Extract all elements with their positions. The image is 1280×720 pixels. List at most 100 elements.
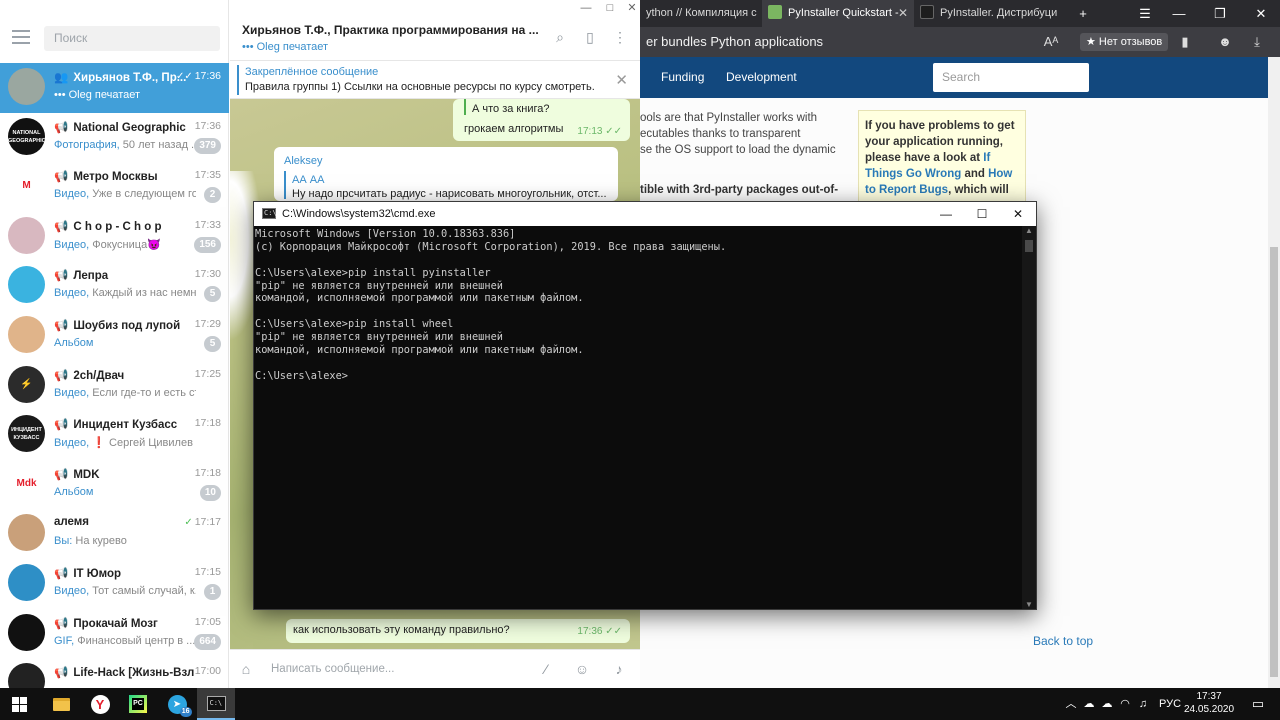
cmd-taskbar-button[interactable]: C:\ (197, 688, 235, 720)
cmd-console-output[interactable]: Microsoft Windows [Version 10.0.18363.83… (255, 228, 1021, 608)
unread-badge: 5 (204, 286, 221, 303)
tab-label: PyInstaller Quickstart - (788, 7, 899, 19)
bookmark-icon[interactable]: ▮ (1174, 27, 1196, 57)
scroll-up-icon[interactable]: ▲ (1022, 226, 1036, 235)
chat-list-item[interactable]: M 📢 Метро Москвы 17:35 Видео, Уже в следующе… (0, 162, 229, 212)
close-icon[interactable]: ✕ (1244, 0, 1278, 27)
browser-tab-pyinstaller-distrib[interactable]: PyInstaller. Дистрибуци (914, 0, 1066, 27)
preview-kind: Видео, (54, 188, 90, 201)
volume-icon[interactable]: ♫ (1134, 688, 1152, 720)
nav-development[interactable]: Development (726, 57, 797, 98)
wifi-icon[interactable]: ◠ (1116, 688, 1134, 720)
message-author[interactable]: Aleksey (284, 155, 323, 167)
chat-avatar (8, 216, 45, 254)
explorer-taskbar-button[interactable] (42, 688, 80, 720)
hamburger-menu-icon[interactable] (12, 30, 30, 44)
minimize-icon[interactable]: — (928, 202, 964, 226)
chat-search-input[interactable]: Поиск (44, 26, 220, 51)
protect-icon[interactable]: ☻ (1214, 27, 1236, 57)
console-line: "pip" не является внутренней или внешней (255, 331, 503, 344)
attach-icon[interactable]: ⌂ (236, 659, 256, 679)
close-icon[interactable]: ✕ (622, 0, 642, 17)
chat-list-item[interactable]: 📢 C h o p - C h o p 17:33 Видео, Фокусница😈… (0, 212, 229, 262)
chat-time: 17:05 (195, 616, 221, 628)
message-input[interactable]: Написать сообщение... (271, 650, 394, 689)
telegram-taskbar-button[interactable]: ➤ 16 (158, 688, 196, 720)
yandex-icon: Y (90, 694, 110, 714)
chat-title[interactable]: Хирьянов Т.Ф., Практика программирования… (242, 23, 539, 37)
search-icon[interactable]: ⌕ (550, 27, 570, 47)
telegram-titlebar: — □ ✕ (230, 0, 640, 17)
minimize-icon[interactable]: — (1162, 0, 1196, 27)
more-options-icon[interactable]: ⋮ (610, 27, 630, 47)
read-check-icon: ✓✓ (605, 126, 622, 137)
outgoing-message[interactable]: как использовать эту команду правильно? … (286, 619, 630, 643)
chat-avatar: Mdk (8, 464, 45, 502)
pycharm-taskbar-button[interactable]: PC (119, 688, 157, 720)
read-check-icon: ✓ (184, 517, 193, 529)
download-icon[interactable]: ⤓ (1246, 27, 1268, 57)
translate-icon[interactable]: Aᴬ (1040, 27, 1062, 57)
reviews-button[interactable]: ★ Нет отзывов (1080, 33, 1169, 51)
chat-list-item[interactable]: 📢 Шоубиз под лупой 17:29 Альбом 5 (0, 311, 229, 361)
chat-list-item[interactable]: 👥 Хирьянов Т.Ф., Пр... ✓✓ 17:36 ••• Oleg печ… (0, 63, 229, 113)
chat-list-item[interactable]: Mdk 📢 MDK 17:18 Альбом 10 (0, 460, 229, 510)
yandex-browser-taskbar-button[interactable]: Y (81, 688, 119, 720)
incoming-message[interactable]: Aleksey АА АА Ну надо прсчитать радиус -… (274, 147, 618, 201)
close-tab-icon[interactable]: ✕ (898, 0, 908, 27)
scroll-down-icon[interactable]: ▼ (1022, 600, 1036, 609)
scrollbar-thumb[interactable] (1025, 240, 1033, 252)
console-line: (c) Корпорация Майкрософт (Microsoft Cor… (255, 240, 727, 253)
chat-avatar: ИНЦИДЕНТ КУЗБАСС (8, 415, 45, 453)
chat-list-item[interactable]: ИНЦИДЕНТ КУЗБАСС 📢 Инцидент Кузбасс 17:18 Ви… (0, 410, 229, 460)
site-search-input[interactable]: Search (933, 63, 1089, 92)
sidebar-toggle-icon[interactable]: ▯ (580, 27, 600, 47)
maximize-icon[interactable]: □ (600, 0, 620, 17)
cmd-window[interactable]: C:\ C:\Windows\system32\cmd.exe — ☐ ✕ Mi… (253, 201, 1037, 610)
chat-time: 17:30 (195, 268, 221, 280)
console-line: "pip" не является внутренней или внешней (255, 279, 503, 292)
scrollbar-thumb[interactable] (1270, 247, 1278, 677)
new-tab-button[interactable]: + (1066, 0, 1100, 27)
microphone-icon[interactable]: ♪ (609, 659, 629, 679)
taskbar-clock[interactable]: 17:37 24.05.2020 (1184, 690, 1234, 716)
outgoing-message-reply[interactable]: А что за книга? грокаем алгоритмы 17:13 … (453, 99, 630, 141)
cmd-titlebar[interactable]: C:\ C:\Windows\system32\cmd.exe — ☐ ✕ (254, 202, 1036, 226)
show-hidden-icons-icon[interactable]: ︿ (1062, 688, 1080, 720)
windows-taskbar: Y PC ➤ 16 C:\ ︿ ☁ ☁ ◠ ♫ РУС 17:37 24.05.2… (0, 688, 1280, 720)
chat-list-item[interactable]: алемя ✓ 17:17 Вы: На курево (0, 509, 229, 559)
close-icon[interactable]: ✕ (1000, 202, 1036, 226)
back-to-top-link[interactable]: Back to top (1033, 634, 1093, 648)
browser-scrollbar[interactable] (1268, 57, 1280, 688)
action-center-icon[interactable]: ▭ (1248, 694, 1268, 714)
chat-list-item[interactable]: NATIONAL GEOGRAPHIC 📢 National Geographic 1… (0, 113, 229, 163)
chat-time: 17:00 (195, 665, 221, 677)
close-pinned-icon[interactable]: ✕ (615, 71, 628, 89)
chat-avatar: NATIONAL GEOGRAPHIC (8, 117, 45, 155)
console-line: командой, исполняемой программой или пак… (255, 292, 584, 305)
chat-avatar: ⚡ (8, 365, 45, 403)
pinned-message[interactable]: Закреплённое сообщение Правила группы 1)… (230, 61, 640, 99)
browser-tab-pyinstaller-quickstart[interactable]: PyInstaller Quickstart - ✕ (762, 0, 914, 27)
cmd-scrollbar[interactable]: ▲ ▼ (1022, 226, 1036, 609)
commands-icon[interactable]: ⁄ (536, 659, 556, 679)
nav-funding[interactable]: Funding (661, 57, 704, 98)
browser-tab-compile[interactable]: ython // Компиляция с (640, 0, 762, 27)
emoji-icon[interactable]: ☺ (572, 659, 592, 679)
preview-kind: Фотография, (54, 138, 120, 151)
chat-list-item[interactable]: 📢 Лепра 17:30 Видео, Каждый из нас немн... 5 (0, 261, 229, 311)
page-title[interactable]: er bundles Python applications (646, 27, 823, 57)
weather-cloud-icon[interactable]: ☁ (1080, 688, 1098, 720)
tab-label: ython // Компиляция с (646, 7, 757, 19)
restore-icon[interactable]: ❐ (1203, 0, 1237, 27)
chat-list-item[interactable]: ⚡ 📢 2ch/Двач 17:25 Видео, Если где-то и есть… (0, 361, 229, 411)
maximize-icon[interactable]: ☐ (964, 202, 1000, 226)
onedrive-icon[interactable]: ☁ (1098, 688, 1116, 720)
minimize-icon[interactable]: — (576, 0, 596, 17)
chat-list-item[interactable]: 📢 Прокачай Мозг 17:05 GIF, Финансовый центр… (0, 609, 229, 659)
chat-list-item[interactable]: 📢 IT Юмор 17:15 Видео, Тот самый случай, к.… (0, 559, 229, 609)
input-language[interactable]: РУС (1156, 688, 1184, 720)
start-button[interactable] (0, 688, 38, 720)
browser-menu-icon[interactable]: ☰ (1128, 0, 1162, 27)
